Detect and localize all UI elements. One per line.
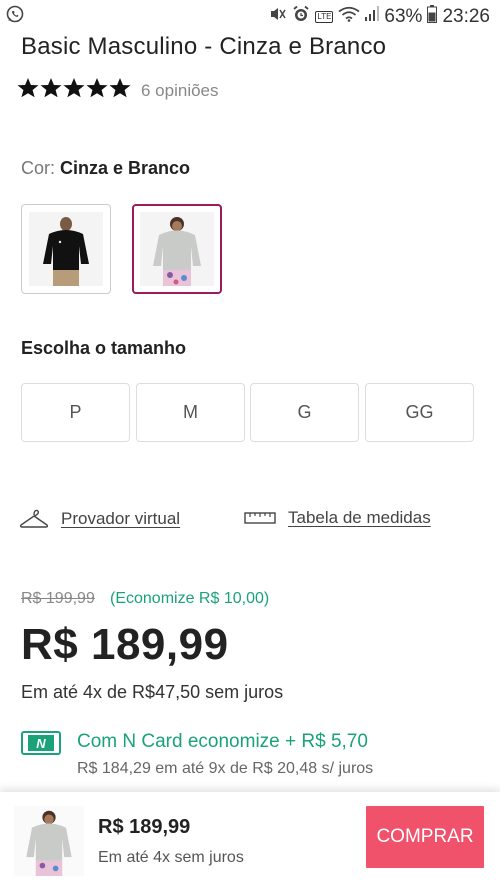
reviews-count: 6 opiniões: [141, 80, 219, 100]
star-icon: [86, 78, 108, 98]
size-option-g[interactable]: G: [250, 383, 359, 442]
bottom-installments: Em até 4x sem juros: [98, 849, 244, 866]
alarm-icon: [292, 5, 310, 29]
buy-button[interactable]: COMPRAR: [366, 806, 484, 868]
ncard-logo: N: [28, 735, 54, 751]
star-icon: [40, 78, 62, 98]
product-title: Basic Masculino - Cinza e Branco: [21, 33, 387, 60]
ruler-icon: [244, 512, 276, 524]
current-price: R$ 189,99: [21, 620, 229, 669]
clock: 23:26: [442, 6, 490, 27]
rating[interactable]: 6 opiniões: [17, 77, 219, 104]
color-label-prefix: Cor:: [21, 158, 61, 178]
old-price: R$ 199,99: [21, 590, 95, 607]
provador-virtual-label: Provador virtual: [61, 509, 181, 528]
bottom-buy-bar: R$ 189,99 Em até 4x sem juros COMPRAR: [0, 792, 500, 889]
whatsapp-icon: [6, 5, 24, 29]
ncard-detail: R$ 184,29 em até 9x de R$ 20,48 s/ juros: [77, 760, 374, 777]
star-icon: [63, 78, 85, 98]
savings-text: (Economize R$ 10,00): [110, 590, 270, 607]
status-bar: LTE 63% 23:26: [0, 0, 500, 34]
size-option-p[interactable]: P: [21, 383, 130, 442]
size-option-m[interactable]: M: [136, 383, 245, 442]
status-left: [6, 5, 24, 29]
size-title: Escolha o tamanho: [21, 338, 187, 358]
selected-color: Cinza e Branco: [60, 158, 191, 178]
tabela-medidas-label: Tabela de medidas: [288, 508, 431, 527]
ncard-offer[interactable]: Com N Card economize + R$ 5,70: [77, 731, 368, 753]
gray-hoodie-image: [140, 212, 214, 286]
ncard-icon: N: [21, 731, 61, 755]
battery-percent: 63%: [384, 6, 423, 27]
wifi-icon: [338, 6, 360, 28]
color-swatch-black[interactable]: [21, 204, 111, 294]
battery-icon: [427, 5, 438, 29]
bottom-price: R$ 189,99: [98, 816, 191, 838]
color-swatch-gray[interactable]: [132, 204, 222, 294]
rating-stars: [17, 77, 131, 104]
star-icon: [17, 78, 39, 98]
tabela-medidas-link[interactable]: Tabela de medidas: [244, 508, 431, 528]
color-label: Cor: Cinza e Branco: [21, 158, 190, 179]
signal-icon: [365, 6, 380, 28]
mute-icon: [269, 6, 287, 28]
status-right: LTE 63% 23:26: [269, 5, 490, 29]
provador-virtual-link[interactable]: Provador virtual: [19, 508, 180, 530]
star-icon: [109, 78, 131, 98]
installments-text: Em até 4x de R$47,50 sem juros: [21, 682, 284, 702]
hanger-icon: [19, 509, 49, 528]
black-hoodie-image: [29, 212, 103, 286]
volte-icon: LTE: [315, 11, 334, 23]
product-thumbnail: [14, 806, 84, 876]
size-option-gg[interactable]: GG: [365, 383, 474, 442]
